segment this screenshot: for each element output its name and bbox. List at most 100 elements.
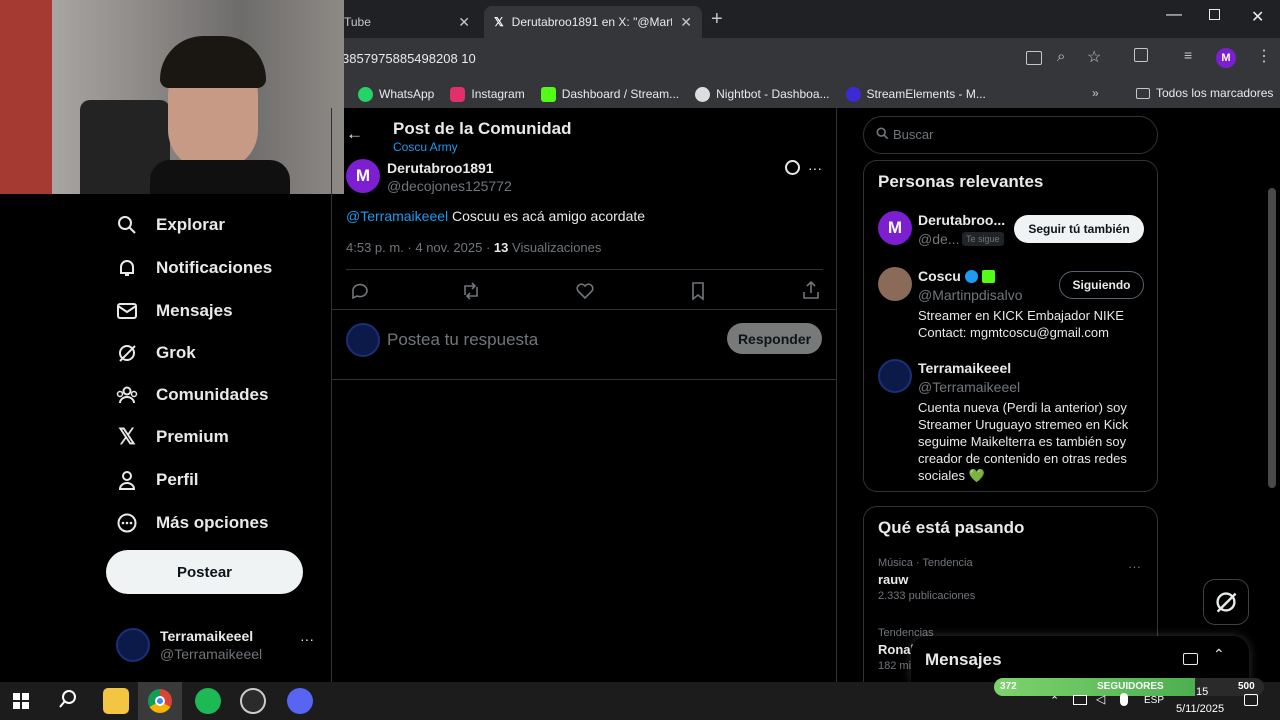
scrollbar[interactable] [1268,188,1276,488]
menu-icon[interactable]: ⋮ [1256,46,1272,66]
expand-icon[interactable]: ⌃ [1213,646,1225,663]
author-name[interactable]: Derutabroo1891 [387,160,494,176]
divider [346,269,823,270]
reply-avatar [346,323,380,357]
avatar[interactable]: M [878,211,912,245]
discord-icon[interactable] [287,688,313,714]
obs-icon[interactable] [240,688,266,714]
clock-time[interactable]: 15 [1196,686,1208,698]
nav-label: Explorar [156,215,225,234]
follower-goal-fill [994,678,1195,696]
spotify-icon[interactable] [195,688,221,714]
person-name[interactable]: Derutabroo... [918,212,1005,228]
maximize-icon[interactable] [1209,9,1220,20]
account-name: Terramaikeeel [160,628,254,644]
repost-icon[interactable] [461,281,481,301]
grok-fab[interactable] [1203,579,1249,625]
avatar[interactable] [878,267,912,301]
avatar [116,628,150,662]
nightbot-icon [695,86,711,102]
tab-x-post[interactable]: 𝕏 Derutabroo1891 en X: "@Marti ✕ [484,6,702,38]
media-icon[interactable]: ≡ [1184,47,1192,63]
account-switcher[interactable]: Terramaikeeel @Terramaikeeel ··· [116,625,326,665]
author-avatar[interactable]: M [346,159,380,193]
tray-chevron-icon[interactable]: ⌃ [1050,694,1059,707]
nav-perfil[interactable]: Perfil [116,469,199,491]
divider [332,379,836,380]
follower-label: SEGUIDORES [1097,681,1164,692]
search-icon [876,127,889,145]
zoom-icon[interactable]: ⌕ [1057,48,1065,65]
back-arrow-icon[interactable]: ← [346,124,363,144]
person-name[interactable]: Terramaikeeel [918,360,1011,376]
trend-posts: 2.333 publicaciones [878,590,976,602]
more-icon[interactable]: ··· [1128,559,1141,574]
nav-mensajes[interactable]: Mensajes [116,300,233,322]
new-message-icon[interactable] [1183,653,1198,665]
close-icon[interactable]: ✕ [458,14,470,31]
person-name[interactable]: Coscu [918,268,961,284]
nav-premium[interactable]: 𝕏 Premium [116,424,229,449]
nav-label: Notificaciones [156,258,273,277]
mic-icon[interactable] [1120,693,1128,706]
kick-icon [981,269,995,283]
bookmark-streamelements[interactable]: StreamElements - M... [845,86,986,102]
author-handle[interactable]: @decojones125772 [387,178,512,194]
windows-start-icon[interactable] [13,693,29,709]
nav-comunidades[interactable]: Comunidades [116,384,268,406]
post-time[interactable]: 4:53 p. m. · 4 nov. 2025 · [346,240,490,255]
reply-button[interactable]: Responder [727,323,822,354]
mention-link[interactable]: @Terramaikeeel [346,208,448,224]
chrome-icon[interactable] [138,682,182,720]
new-tab-icon[interactable]: + [711,8,723,31]
drawer-title: Mensajes [925,650,1002,669]
file-explorer-icon[interactable] [103,688,129,714]
more-bookmarks-icon[interactable]: » [1092,86,1099,100]
messages-drawer[interactable]: Mensajes ⌃ [911,636,1249,682]
share-icon[interactable] [801,280,821,300]
all-bookmarks[interactable]: Todos los marcadores [1136,86,1273,100]
bookmark-nightbot[interactable]: Nightbot - Dashboa... [695,86,830,102]
nav-mas-opciones[interactable]: Más opciones [116,512,268,534]
more-icon[interactable]: ··· [808,160,822,176]
reply-input[interactable]: Postea tu respuesta [387,330,538,350]
network-icon[interactable] [1073,695,1087,705]
close-icon[interactable]: ✕ [680,14,692,31]
close-window-icon[interactable]: ✕ [1251,7,1264,27]
volume-icon[interactable]: ◁ [1096,692,1105,706]
profile-avatar[interactable]: M [1216,48,1236,68]
install-icon[interactable] [1026,51,1042,65]
following-button[interactable]: Siguiendo [1059,271,1144,299]
extensions-icon[interactable] [1134,48,1148,62]
nav-explorar[interactable]: Explorar [116,214,225,236]
folder-icon [1136,87,1150,99]
minimize-icon[interactable]: — [1166,6,1182,24]
like-icon[interactable] [575,281,595,301]
search-box[interactable]: Buscar [863,116,1158,154]
nav-notificaciones[interactable]: Notificaciones [116,257,272,279]
search-icon[interactable] [58,689,78,714]
bookmark-icon[interactable] [688,281,708,301]
bookmark-whatsapp[interactable]: WhatsApp [358,86,435,102]
community-link[interactable]: Coscu Army [393,140,458,154]
grok-icon[interactable] [785,160,800,175]
follow-back-button[interactable]: Seguir tú también [1014,215,1144,243]
nav-grok[interactable]: Grok [116,342,196,364]
reply-icon[interactable] [350,281,370,301]
bookmark-instagram[interactable]: Instagram [450,86,525,102]
follows-you-badge: Te sigue [962,232,1004,246]
instagram-icon [450,86,466,102]
post-button[interactable]: Postear [106,550,303,594]
x-page: Explorar Notificaciones Mensajes Grok Co… [0,0,1280,696]
url-field[interactable]: 3857975885498208 10 [342,51,476,66]
trend-item[interactable]: Música · Tendencia rauw 2.333 publicacio… [878,557,1148,609]
notifications-icon[interactable] [1244,694,1258,706]
language-indicator[interactable]: ESP [1144,695,1164,706]
clock-date[interactable]: 5/11/2025 [1176,703,1224,715]
person-handle: @Terramaikeeel [918,379,1021,395]
avatar[interactable] [878,359,912,393]
bookmark-star-icon[interactable]: ☆ [1087,47,1101,67]
follower-goal-bar: 372 SEGUIDORES 500 [994,678,1264,696]
bookmark-dashboard[interactable]: Dashboard / Stream... [540,86,679,102]
bookmark-label: WhatsApp [379,87,435,101]
